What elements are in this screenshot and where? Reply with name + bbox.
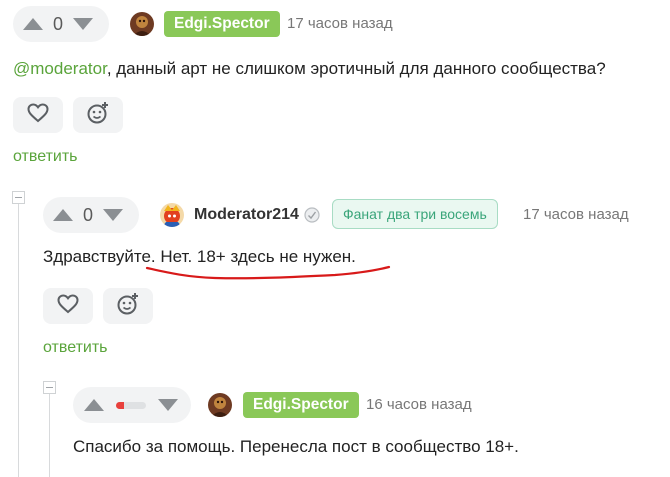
reply-link[interactable]: ответить [13, 147, 78, 167]
heart-icon [57, 293, 79, 319]
upvote-arrow-icon[interactable] [82, 393, 106, 417]
like-button[interactable] [13, 97, 63, 133]
downvote-arrow-icon[interactable] [101, 203, 125, 227]
heart-icon [27, 102, 49, 128]
emoji-add-icon [116, 292, 140, 321]
timestamp[interactable]: 16 часов назад [366, 395, 472, 415]
comment-text: Спасибо за помощь. Перенесла пост в сооб… [73, 437, 519, 456]
thread-line [18, 204, 19, 477]
collapse-icon [15, 197, 22, 198]
downvote-arrow-icon[interactable] [71, 12, 95, 36]
timestamp[interactable]: 17 часов назад [523, 205, 629, 225]
author-badge[interactable]: Edgi.Spector [164, 11, 280, 37]
vote-count: 0 [52, 13, 63, 34]
vote-count: 0 [82, 204, 93, 225]
rating-bar-fill [116, 401, 125, 409]
avatar[interactable] [130, 12, 154, 36]
mention-link[interactable]: @moderator [13, 59, 107, 78]
upvote-arrow-icon[interactable] [21, 12, 45, 36]
verified-icon [304, 207, 320, 228]
vote-block: 0 [13, 6, 109, 42]
vote-block [73, 387, 191, 423]
like-button[interactable] [43, 288, 93, 324]
community-tag[interactable]: Фанат два три восемь [332, 199, 498, 229]
upvote-arrow-icon[interactable] [51, 203, 75, 227]
emoji-button[interactable] [73, 97, 123, 133]
downvote-arrow-icon[interactable] [156, 393, 180, 417]
collapse-button[interactable] [43, 381, 56, 394]
comment-body: , данный арт не слишком эротичный для да… [106, 59, 606, 78]
thread-line [49, 394, 50, 477]
timestamp[interactable]: 17 часов назад [287, 14, 393, 34]
author-badge[interactable]: Edgi.Spector [243, 392, 359, 418]
reply-link[interactable]: ответить [43, 338, 108, 358]
collapse-icon [46, 387, 53, 388]
vote-block: 0 [43, 197, 139, 233]
collapse-button[interactable] [12, 191, 25, 204]
red-underline-annotation [145, 265, 391, 280]
avatar[interactable] [160, 203, 184, 227]
emoji-add-icon [86, 101, 110, 130]
rating-bar [116, 401, 146, 409]
comment-text: @moderator, данный арт не слишком эротич… [13, 58, 606, 80]
author-name[interactable]: Moderator214 [194, 205, 299, 225]
avatar[interactable] [208, 393, 232, 417]
emoji-button[interactable] [103, 288, 153, 324]
